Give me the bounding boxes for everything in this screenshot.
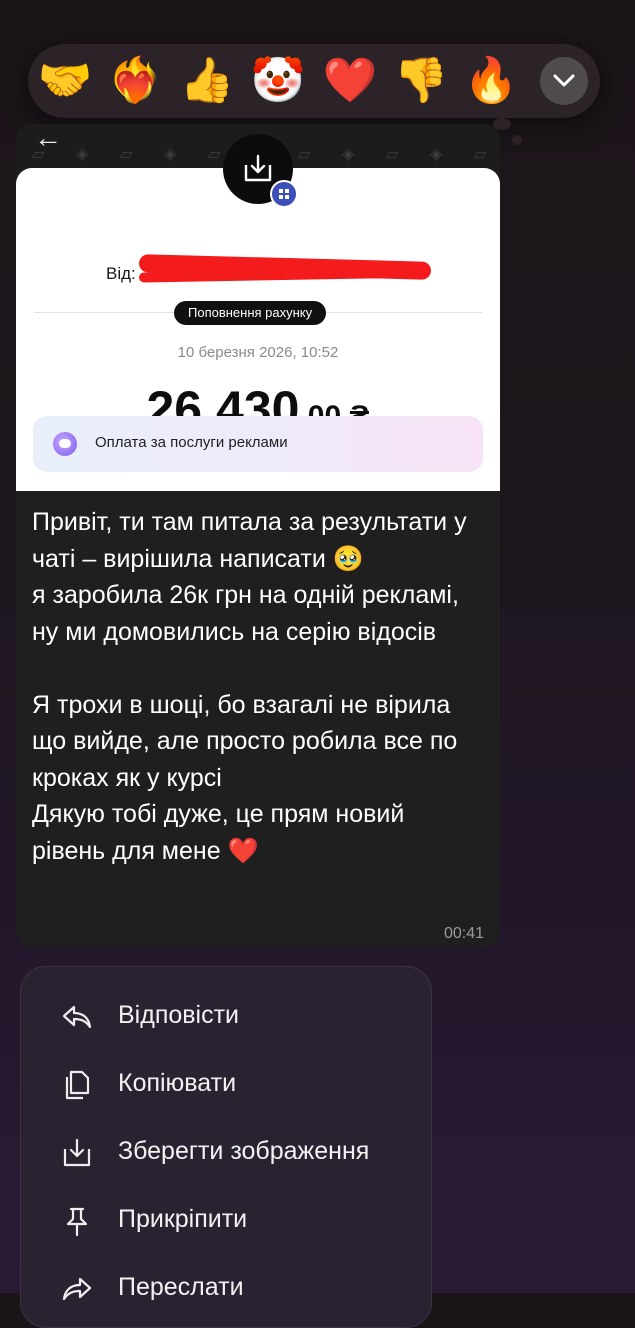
reaction-tail-dot [512,135,522,145]
menu-item-forward[interactable]: Переслати [21,1259,431,1319]
message-text: Привіт, ти там питала за результати у ча… [32,508,467,865]
menu-item-label: Переслати [118,1273,244,1301]
chevron-down-icon [553,74,575,87]
chat-bubble-icon [53,432,77,456]
reaction-fire[interactable]: 🔥 [462,52,520,110]
payment-receipt-image: Від: Поповнення рахунку 10 березня 2026,… [16,168,500,491]
copy-icon [65,1070,90,1100]
menu-item-save-image[interactable]: Зберегти зображення [21,1123,431,1183]
more-reactions-button[interactable] [540,57,588,105]
message-bubble[interactable]: ▱ ◈ ▱ ◈ ▱ ▱ ◈ ▱ ◈ ▱ ← Від: Поповнення рахунку … [16,124,500,947]
menu-item-reply[interactable]: Відповісти [21,987,431,1047]
reaction-thumbs-up[interactable]: 👍 [178,52,236,110]
save-image-icon [63,1138,91,1167]
transaction-date: 10 березня 2026, 10:52 [177,344,339,361]
reaction-heart[interactable]: ❤️ [321,52,379,110]
payment-purpose-text: Оплата за послуги реклами [95,434,288,451]
payment-purpose: Оплата за послуги реклами [33,416,483,472]
menu-item-label: Відповісти [118,1001,240,1029]
menu-item-label: Копіювати [118,1069,237,1097]
reply-icon [62,1005,92,1029]
reaction-heart-on-fire[interactable]: ❤️‍🔥 [106,52,164,110]
context-menu: Відповісти Копіювати Зберегти зображення… [20,966,432,1328]
menu-item-label: Прикріпити [118,1205,248,1233]
reaction-thumbs-down[interactable]: 👎 [392,52,450,110]
forward-icon [62,1277,92,1301]
menu-item-copy[interactable]: Копіювати [21,1055,431,1115]
back-arrow-icon: ← [34,124,62,153]
reaction-clown[interactable]: 🤡 [249,52,307,110]
reaction-handshake[interactable]: 🤝 [36,52,94,110]
transaction-type-badge: Поповнення рахунку [174,301,327,325]
bank-badge-icon [270,180,298,208]
menu-item-pin[interactable]: Прикріпити [21,1191,431,1251]
receipt-from-label: Від: [106,264,136,283]
message-time: 00:41 [443,925,484,942]
pin-icon [66,1207,88,1237]
reaction-bar: 🤝 ❤️‍🔥 👍 🤡 ❤️ 👎 🔥 [28,44,600,118]
menu-item-label: Зберегти зображення [118,1137,370,1165]
